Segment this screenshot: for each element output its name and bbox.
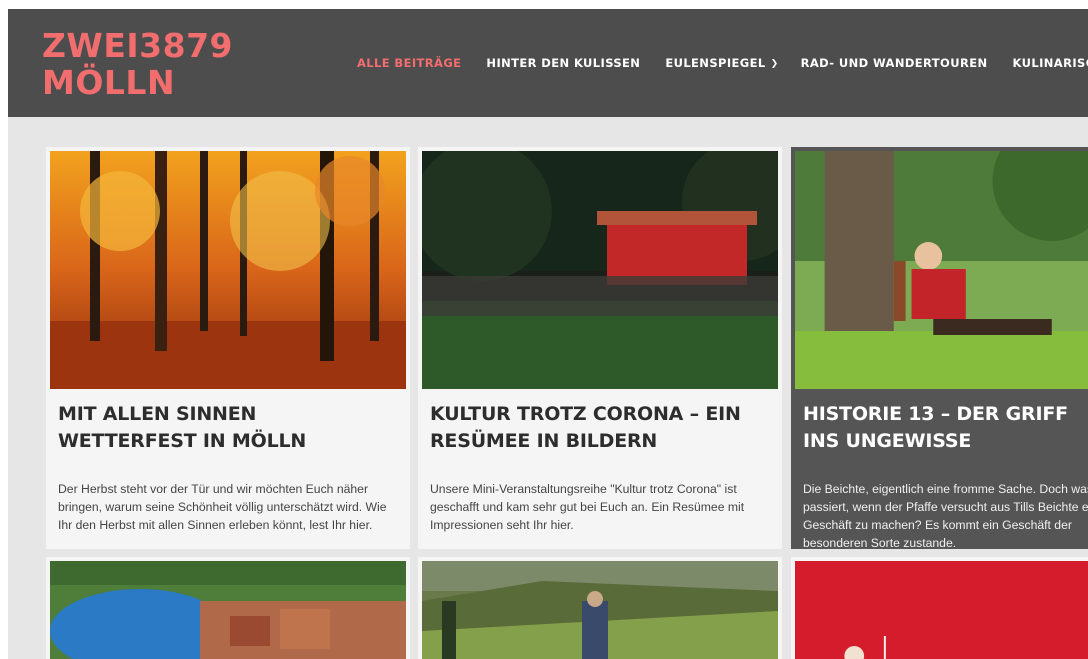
- site-header: ZWEI3879 MÖLLN ALLE BEITRÄGE HINTER DEN …: [8, 9, 1088, 117]
- nav-item-label: RAD- UND WANDERTOUREN: [800, 56, 988, 70]
- post-image-red-stage[interactable]: [795, 561, 1088, 659]
- post-card[interactable]: HISTORIE 13 – DER GRIFF INS UNGEWISSE Di…: [791, 147, 1088, 549]
- nav-item-kulinarisch[interactable]: KULINARISCH: [1013, 56, 1088, 70]
- nav-item-rad-und-wandertouren[interactable]: RAD- UND WANDERTOUREN: [801, 56, 988, 70]
- post-card[interactable]: KULTUR TROTZ CORONA – EIN RESÜMEE IN BIL…: [418, 147, 782, 549]
- nav-item-label: EULENSPIEGEL: [665, 56, 766, 70]
- post-image-hiker[interactable]: [422, 561, 778, 659]
- post-title[interactable]: MIT ALLEN SINNEN WETTERFEST IN MÖLLN: [58, 401, 398, 455]
- post-image-autumn-forest[interactable]: [50, 151, 406, 389]
- post-card[interactable]: MIT ALLEN SINNEN WETTERFEST IN MÖLLN Der…: [46, 147, 410, 549]
- post-image-aerial-moelln[interactable]: [50, 561, 406, 659]
- logo-line-2: MÖLLN: [42, 63, 176, 102]
- post-excerpt: Die Beichte, eigentlich eine fromme Sach…: [803, 482, 1088, 549]
- nav-item-alle-beitraege[interactable]: ALLE BEITRÄGE: [357, 56, 461, 70]
- post-excerpt: Der Herbst steht vor der Tür und wir möc…: [58, 482, 387, 532]
- post-grid: MIT ALLEN SINNEN WETTERFEST IN MÖLLN Der…: [8, 117, 1088, 659]
- post-card[interactable]: [418, 557, 782, 659]
- post-image-night-stage[interactable]: [422, 151, 778, 389]
- post-card[interactable]: [791, 557, 1088, 659]
- post-card[interactable]: [46, 557, 410, 659]
- main-nav: ALLE BEITRÄGE HINTER DEN KULISSEN EULENS…: [357, 56, 1088, 70]
- nav-item-label: HINTER DEN KULISSEN: [486, 56, 641, 70]
- nav-item-hinter-den-kulissen[interactable]: HINTER DEN KULISSEN: [486, 56, 640, 70]
- nav-item-label: KULINARISCH: [1012, 56, 1088, 70]
- nav-item-eulenspiegel[interactable]: EULENSPIEGEL ❯: [665, 56, 778, 70]
- post-title[interactable]: HISTORIE 13 – DER GRIFF INS UNGEWISSE: [803, 401, 1088, 455]
- post-excerpt: Unsere Mini-Veranstaltungsreihe "Kultur …: [430, 482, 745, 532]
- chevron-down-icon: ❯: [770, 59, 779, 69]
- site-logo[interactable]: ZWEI3879 MÖLLN: [42, 27, 233, 101]
- post-title[interactable]: KULTUR TROTZ CORONA – EIN RESÜMEE IN BIL…: [430, 401, 770, 455]
- nav-item-label: ALLE BEITRÄGE: [357, 56, 462, 70]
- logo-line-1: ZWEI3879: [42, 26, 233, 65]
- post-image-eulenspiegel[interactable]: [795, 151, 1088, 389]
